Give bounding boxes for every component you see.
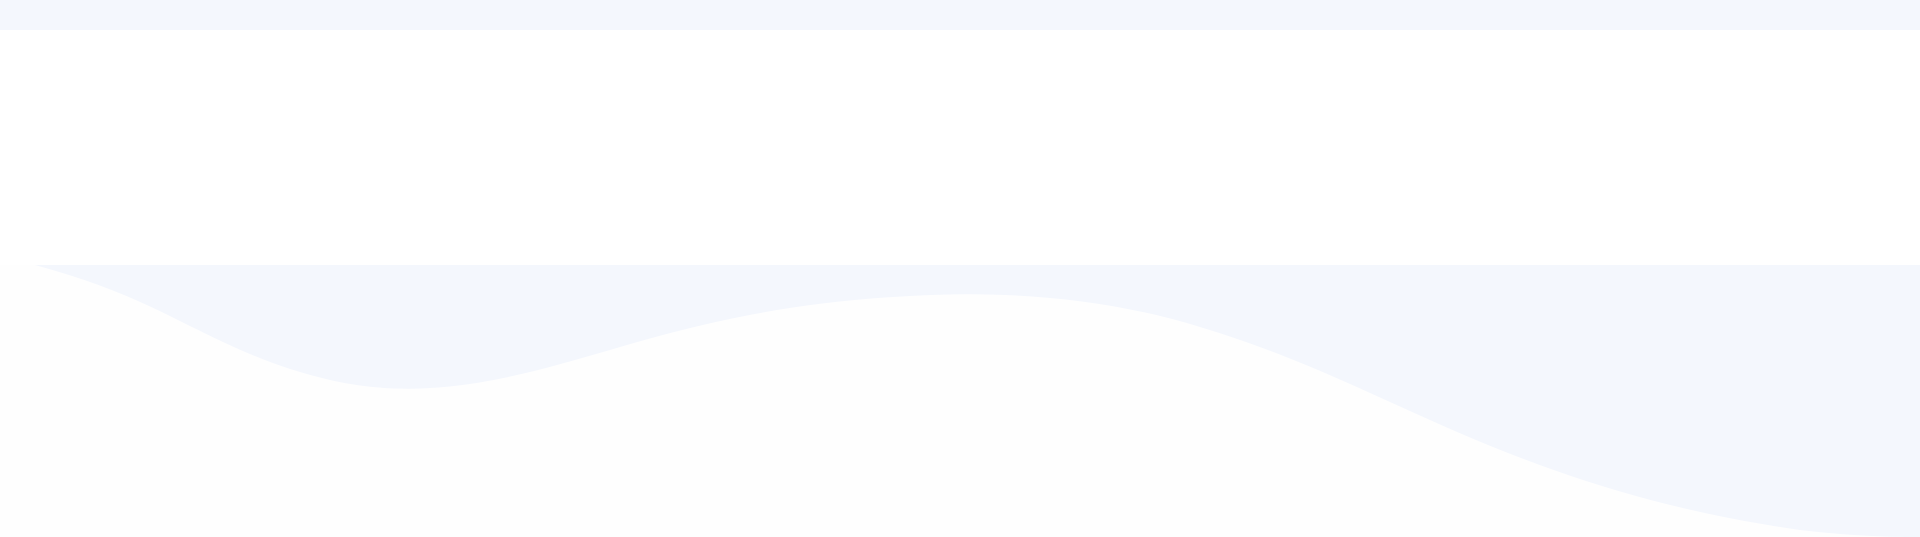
page [0,0,1920,537]
decorative-wave [0,265,1920,537]
